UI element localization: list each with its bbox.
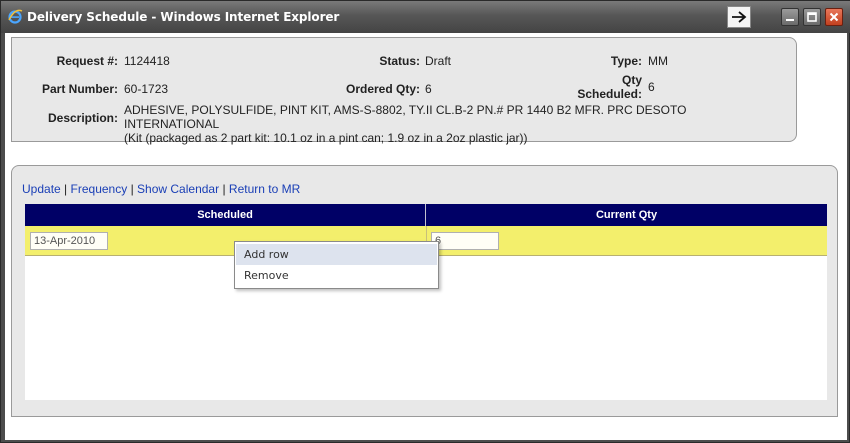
title-bar[interactable]: Delivery Schedule - Windows Internet Exp…	[1, 1, 850, 33]
type-label: Type:	[610, 54, 642, 68]
window-title: Delivery Schedule - Windows Internet Exp…	[27, 10, 340, 24]
grid-header: Scheduled Current Qty	[25, 204, 827, 226]
current-qty-input[interactable]	[431, 232, 499, 250]
schedule-grid: Scheduled Current Qty	[25, 204, 827, 400]
action-links: Update | Frequency | Show Calendar | Ret…	[22, 182, 300, 196]
description-label: Description:	[47, 111, 118, 125]
minimize-icon	[786, 19, 794, 21]
description-value: ADHESIVE, POLYSULFIDE, PINT KIT, AMS-S-8…	[124, 103, 784, 145]
part-number-value: 60-1723	[124, 82, 169, 96]
link-separator: |	[222, 182, 226, 196]
type-value: MM	[648, 54, 668, 68]
qty-scheduled-label: Qty Scheduled:	[552, 73, 642, 101]
request-info-panel: Request #: 1124418 Status: Draft Type: M…	[11, 37, 797, 145]
status-value: Draft	[425, 54, 452, 68]
description-line2: (Kit (packaged as 2 part kit: 10.1 oz in…	[124, 131, 528, 145]
status-label: Status:	[379, 54, 420, 68]
scheduled-date-input[interactable]	[30, 232, 108, 250]
qty-scheduled-label-line2: Scheduled:	[577, 87, 642, 101]
maximize-button[interactable]	[803, 8, 821, 26]
close-button[interactable]	[825, 8, 843, 26]
column-header-current-qty[interactable]: Current Qty	[426, 204, 827, 226]
browser-window: Delivery Schedule - Windows Internet Exp…	[0, 0, 850, 443]
part-number-label: Part Number:	[41, 82, 118, 96]
link-separator: |	[130, 182, 134, 196]
page-content: Request #: 1124418 Status: Draft Type: M…	[5, 33, 847, 440]
maximize-icon	[807, 12, 817, 22]
show-calendar-link[interactable]: Show Calendar	[137, 182, 219, 196]
column-header-scheduled[interactable]: Scheduled	[25, 204, 426, 226]
qty-scheduled-value: 6	[648, 80, 655, 94]
qty-scheduled-label-line1: Qty	[621, 73, 642, 87]
menu-item-add-row[interactable]: Add row	[236, 244, 437, 265]
ie-icon	[8, 9, 23, 24]
ordered-qty-value: 6	[425, 82, 432, 96]
request-number-label: Request #:	[56, 54, 118, 68]
ordered-qty-label: Ordered Qty:	[345, 82, 420, 96]
minimize-button[interactable]	[781, 8, 799, 26]
link-separator: |	[64, 182, 68, 196]
context-menu: Add row Remove	[234, 241, 439, 289]
schedule-panel: Update | Frequency | Show Calendar | Ret…	[11, 165, 838, 417]
close-icon	[829, 12, 839, 22]
update-link[interactable]: Update	[22, 182, 61, 196]
return-to-mr-link[interactable]: Return to MR	[229, 182, 300, 196]
request-number-value: 1124418	[124, 54, 170, 68]
menu-item-remove[interactable]: Remove	[236, 265, 437, 286]
frequency-link[interactable]: Frequency	[71, 182, 128, 196]
arrow-right-icon[interactable]	[727, 6, 751, 28]
description-line1: ADHESIVE, POLYSULFIDE, PINT KIT, AMS-S-8…	[124, 103, 687, 131]
